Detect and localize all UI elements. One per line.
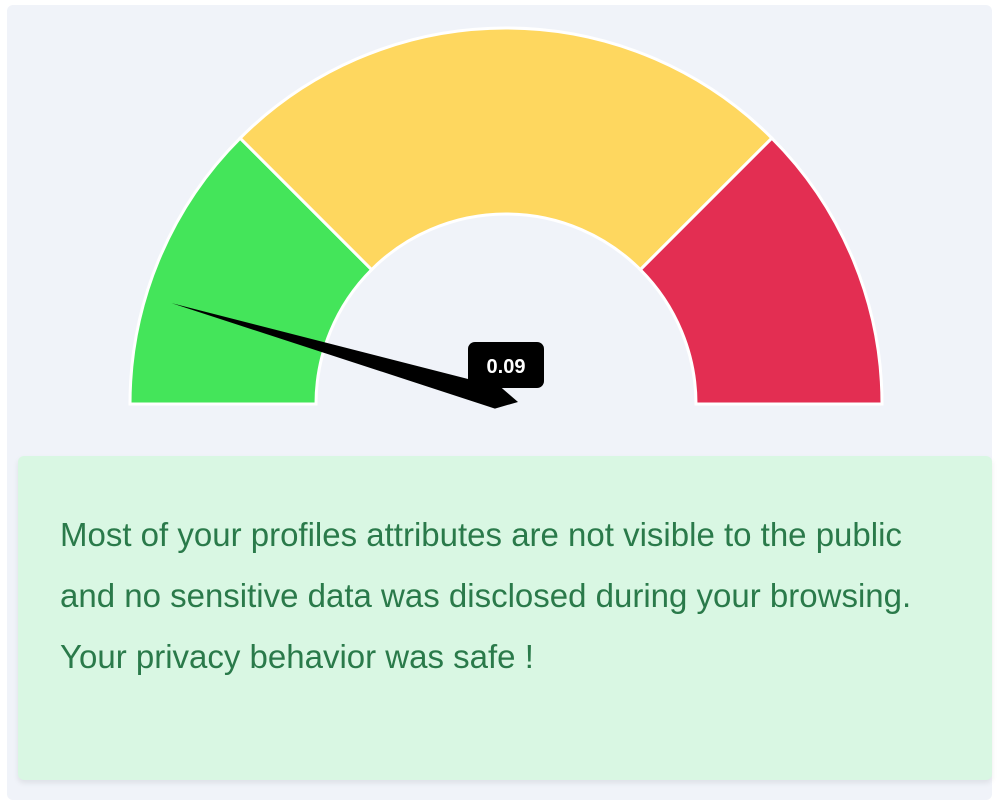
gauge-value-label: 0.09 [487, 356, 526, 378]
result-verdict: Your privacy behavior was safe ! [60, 638, 534, 675]
privacy-gauge: 0.09 [128, 26, 884, 409]
gauge-value-badge: 0.09 [468, 342, 544, 388]
result-description: Most of your profiles attributes are not… [60, 516, 912, 614]
privacy-result-message: Most of your profiles attributes are not… [18, 456, 992, 780]
